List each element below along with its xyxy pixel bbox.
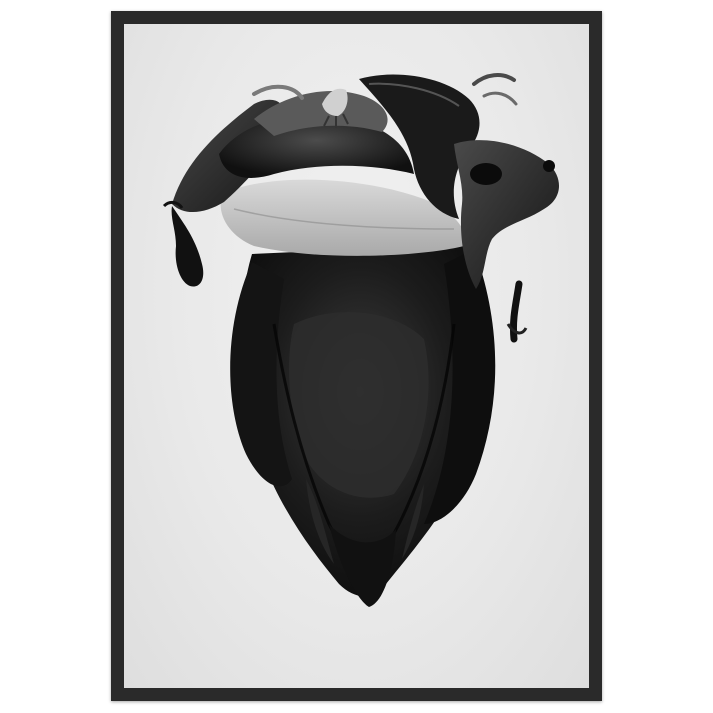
product-mockup — [0, 0, 713, 713]
banana-flower-icon — [162, 73, 560, 607]
flower-bud — [230, 244, 496, 607]
framed-print — [124, 24, 589, 688]
picture-frame — [111, 11, 602, 701]
